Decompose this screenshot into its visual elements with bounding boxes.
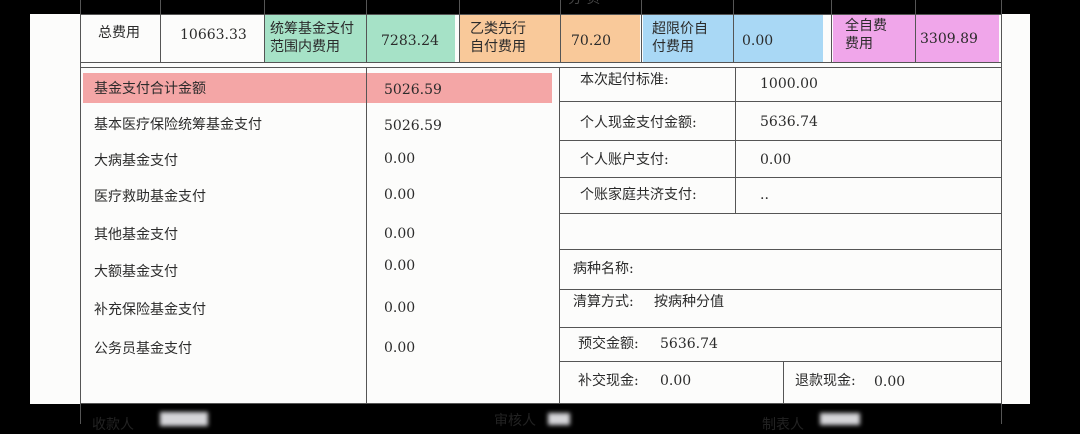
supplement-fund-label: 补充保险基金支付 [94, 302, 206, 318]
selfpay-label-1: 全自费 [845, 18, 887, 34]
prepaid-label: 预交金额: [578, 336, 639, 352]
grid-line [915, 0, 916, 62]
grid-line [733, 0, 734, 62]
large-fund-label: 大额基金支付 [94, 264, 178, 280]
fund-total-value: 5026.59 [384, 82, 442, 98]
refund-cash-value: 0.00 [874, 374, 906, 390]
personal-account-label: 个人账户支付: [580, 152, 669, 168]
reviewer-signature-blur [548, 413, 570, 425]
critical-fund-value: 0.00 [384, 151, 416, 167]
grid-line [559, 140, 1002, 141]
selfpay-label-2: 费用 [845, 36, 873, 52]
deductible-value: 1000.00 [760, 76, 818, 92]
selfpay-value: 3309.89 [920, 31, 978, 47]
supplement-fund-value: 0.00 [384, 300, 416, 316]
civil-servant-fund-label: 公务员基金支付 [94, 341, 192, 357]
grid-line [80, 14, 1002, 15]
prepaid-value: 5636.74 [660, 336, 718, 352]
classb-label-1: 乙类先行 [470, 21, 526, 37]
grid-line [559, 249, 1002, 250]
refund-cash-label: 退款现金: [795, 373, 856, 389]
pool-value: 7283.24 [381, 33, 439, 49]
preparer-label: 制表人 [762, 417, 804, 433]
total-label: 总费用 [98, 25, 140, 41]
grid-line [80, 62, 1002, 63]
header-partial-text: 分 负 [568, 0, 600, 8]
overlimit-label-2: 付费用 [652, 39, 694, 55]
overlimit-label-1: 超限价自 [652, 21, 708, 37]
pool-label-1: 统筹基金支付 [270, 21, 354, 37]
preparer-signature-blur [820, 413, 860, 425]
grid-line [366, 0, 367, 62]
settlement-value: 按病种分值 [654, 294, 724, 310]
grid-line [559, 289, 1002, 290]
grid-line [831, 0, 832, 62]
grid-line [559, 327, 1002, 328]
classb-label-2: 自付费用 [470, 39, 526, 55]
other-fund-label: 其他基金支付 [94, 227, 178, 243]
personal-cash-label: 个人现金支付金额: [580, 115, 697, 131]
family-share-value: .. [760, 187, 769, 203]
basic-pool-label: 基本医疗保险统筹基金支付 [94, 117, 262, 133]
grid-line [80, 67, 1002, 68]
grid-line [783, 361, 784, 404]
grid-line [559, 361, 1002, 362]
grid-line [459, 0, 460, 62]
grid-line [80, 0, 81, 424]
grid-line [641, 0, 642, 62]
supplement-cash-value: 0.00 [660, 373, 692, 389]
total-value: 10663.33 [180, 27, 247, 43]
grid-line [559, 213, 1002, 214]
other-fund-value: 0.00 [384, 226, 416, 242]
grid-line [80, 403, 1002, 404]
grid-line [264, 0, 265, 62]
deductible-label: 本次起付标准: [580, 72, 669, 88]
grid-line [559, 101, 1002, 102]
grid-line [366, 67, 367, 404]
grid-line [160, 0, 161, 62]
grid-line [559, 177, 1002, 178]
grid-line [559, 67, 560, 404]
disease-label: 病种名称: [573, 261, 634, 277]
family-share-label: 个账家庭共济支付: [580, 187, 697, 203]
basic-pool-value: 5026.59 [384, 118, 442, 134]
classb-value: 70.20 [571, 33, 612, 49]
civil-servant-fund-value: 0.00 [384, 340, 416, 356]
aid-fund-label: 医疗救助基金支付 [94, 189, 206, 205]
grid-line [560, 0, 561, 62]
fund-total-label: 基金支付合计金额 [94, 81, 206, 97]
cashier-label: 收款人 [92, 417, 134, 433]
pool-label-2: 范围内费用 [270, 39, 340, 55]
large-fund-value: 0.00 [384, 258, 416, 274]
supplement-cash-label: 补交现金: [578, 373, 639, 389]
overlimit-value: 0.00 [742, 33, 774, 49]
settlement-label: 清算方式: [573, 294, 634, 310]
personal-cash-value: 5636.74 [760, 114, 818, 130]
critical-fund-label: 大病基金支付 [94, 153, 178, 169]
reviewer-label: 审核人 [494, 413, 536, 429]
aid-fund-value: 0.00 [384, 187, 416, 203]
personal-account-value: 0.00 [760, 152, 792, 168]
